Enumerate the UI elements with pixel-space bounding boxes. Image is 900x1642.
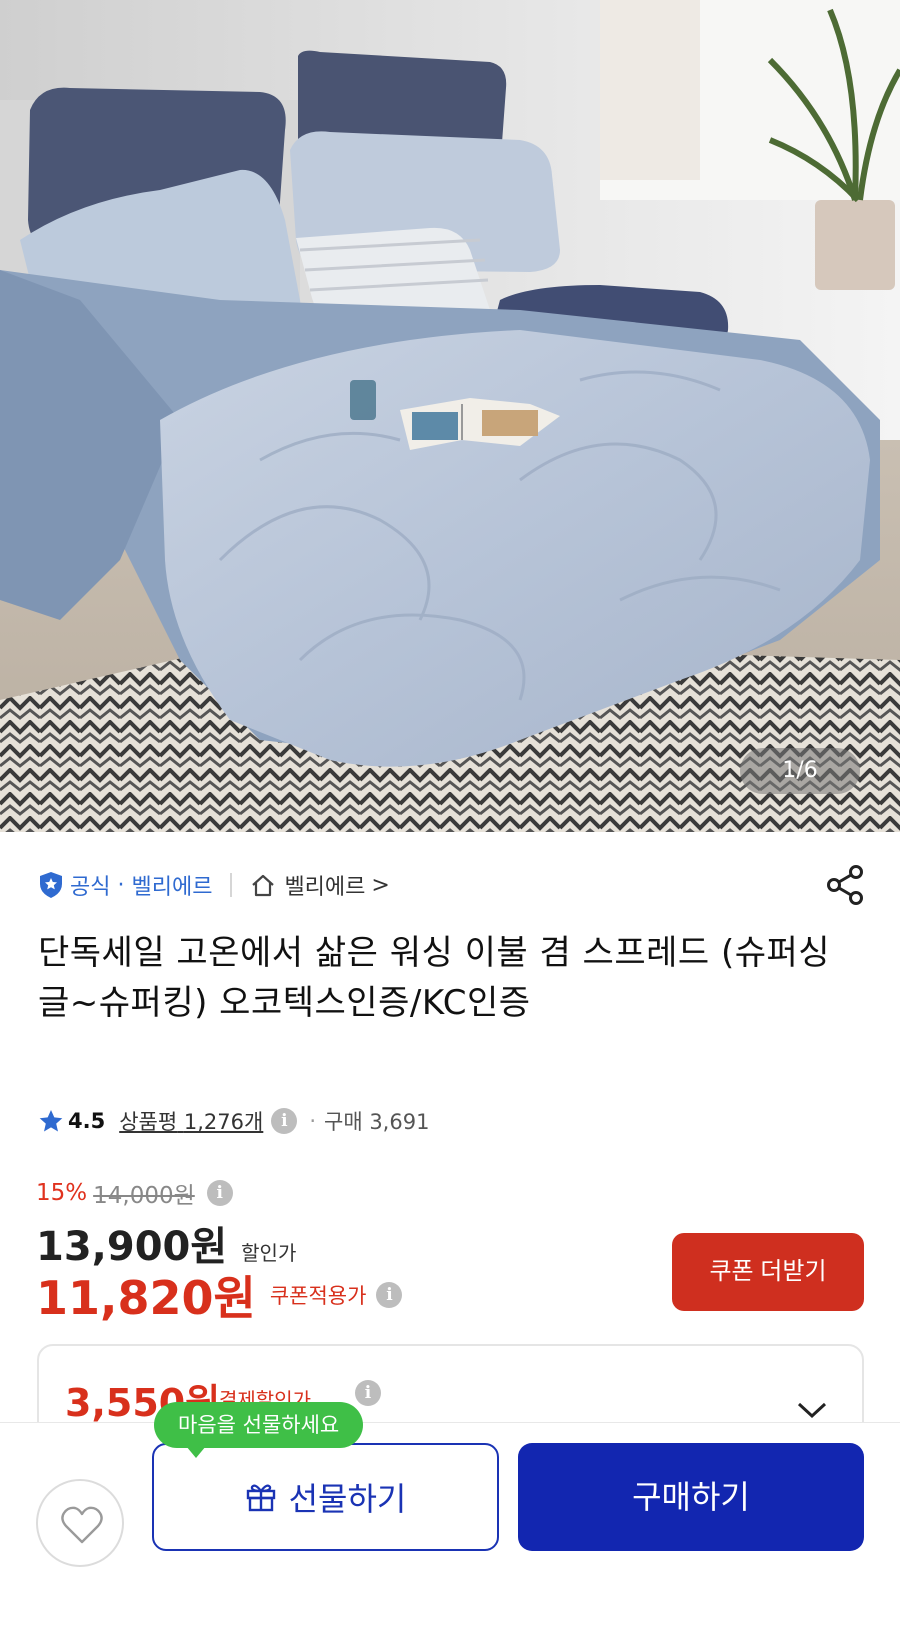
image-counter: 1/6 <box>740 748 860 794</box>
bottom-action-bar: 선물하기 구매하기 <box>0 1422 900 1642</box>
home-icon <box>252 874 275 897</box>
product-image[interactable]: 1/6 <box>0 0 900 832</box>
divider <box>230 873 233 897</box>
chevron-right-icon: > <box>371 872 390 898</box>
star-icon <box>39 1110 63 1132</box>
review-link[interactable]: 상품평 1,276개 <box>119 1106 263 1136</box>
coupon-row: 11,820원 쿠폰적용가 i <box>36 1262 403 1328</box>
dot-separator: · <box>110 872 132 898</box>
chevron-down-icon[interactable] <box>796 1400 828 1420</box>
info-icon[interactable]: i <box>376 1282 403 1308</box>
brand-name: 벨리에르 <box>131 875 213 900</box>
info-icon[interactable]: i <box>271 1108 298 1134</box>
store-link[interactable]: 벨리에르 > <box>250 869 390 901</box>
share-button[interactable] <box>824 864 866 906</box>
heart-icon <box>61 1506 103 1544</box>
gift-tooltip: 마음을 선물하세요 <box>154 1402 364 1458</box>
shield-check-icon <box>40 872 62 898</box>
seller-row: 공식 · 벨리에르 벨리에르 > <box>38 868 390 902</box>
coupon-price: 11,820원 <box>36 1271 256 1325</box>
bedding-photo <box>0 0 900 832</box>
buy-button[interactable]: 구매하기 <box>518 1443 864 1551</box>
official-label: 공식 <box>70 875 111 900</box>
gift-label: 선물하기 <box>288 1480 407 1518</box>
official-badge[interactable]: 공식 · 벨리에르 <box>38 869 212 901</box>
rating-score: 4.5 <box>68 1109 106 1133</box>
discount-row: 15% 14,000원 i <box>36 1176 233 1210</box>
gift-button[interactable]: 선물하기 <box>152 1443 499 1551</box>
original-price: 14,000원 <box>93 1183 195 1209</box>
dot-separator: · <box>309 1109 316 1133</box>
discount-rate: 15% <box>36 1180 88 1206</box>
purchase-count: 구매 3,691 <box>324 1110 430 1134</box>
share-icon <box>827 865 863 905</box>
product-title: 단독세일 고온에서 삶은 워싱 이불 겸 스프레드 (슈퍼싱글~슈퍼킹) 오코텍… <box>38 933 831 1023</box>
wishlist-button[interactable] <box>36 1479 124 1567</box>
info-icon[interactable]: i <box>355 1380 381 1406</box>
rating-row: 4.5 상품평 1,276개 i · 구매 3,691 <box>38 1104 429 1138</box>
coupon-label: 쿠폰적용가 <box>269 1284 367 1308</box>
store-name: 벨리에르 <box>284 875 366 900</box>
info-icon[interactable]: i <box>206 1180 233 1206</box>
coupon-more-button[interactable]: 쿠폰 더받기 <box>672 1233 864 1311</box>
review-count: 1,276개 <box>183 1110 264 1134</box>
review-label: 상품평 <box>119 1110 178 1134</box>
gift-icon <box>246 1484 275 1512</box>
